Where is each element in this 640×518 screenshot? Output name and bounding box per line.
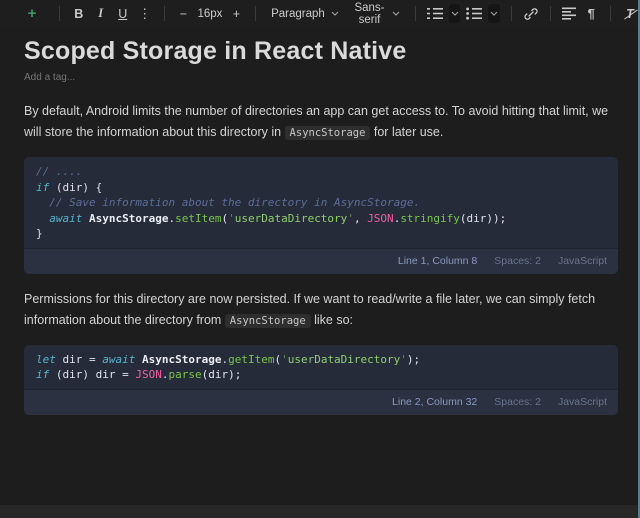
code-editor[interactable]: let dir = await AsyncStorage.getItem('us… <box>24 345 618 389</box>
toolbar-divider <box>164 6 165 21</box>
chevron-down-icon <box>451 11 459 16</box>
more-formatting-button[interactable]: ⋮ <box>135 4 155 24</box>
note-title[interactable]: Scoped Storage in React Native <box>24 35 618 67</box>
bullet-list-button[interactable] <box>464 4 484 24</box>
note-editor-window: + B I U ⋮ − 16px + Paragraph Sans-serif <box>0 0 640 518</box>
toolbar-divider <box>550 6 551 21</box>
code-status-bar: Line 2, Column 32 Spaces: 2 JavaScript <box>24 389 618 415</box>
paragraph-text: like so: <box>311 313 353 327</box>
toolbar-divider <box>511 6 512 21</box>
note-content: Scoped Storage in React Native By defaul… <box>0 27 640 415</box>
toolbar-divider <box>415 6 416 21</box>
tag-input[interactable] <box>24 72 156 83</box>
ordered-list-icon <box>427 7 443 20</box>
paragraph-style-value: Paragraph <box>271 8 325 20</box>
insert-link-button[interactable] <box>521 4 541 24</box>
chevron-down-icon <box>331 11 339 16</box>
ordered-list-options-button[interactable] <box>449 4 461 23</box>
cursor-position: Line 2, Column 32 <box>392 396 477 408</box>
font-size-increase-button[interactable]: + <box>226 4 246 24</box>
underline-button[interactable]: U <box>113 4 133 24</box>
paragraph-2[interactable]: Permissions for this directory are now p… <box>24 289 618 332</box>
code-editor[interactable]: // ....if (dir) { // Save information ab… <box>24 157 618 248</box>
language-selector[interactable]: JavaScript <box>558 396 607 408</box>
bullet-list-icon <box>466 7 482 20</box>
code-status-bar: Line 1, Column 8 Spaces: 2 JavaScript <box>24 248 618 274</box>
code-block-1[interactable]: // ....if (dir) { // Save information ab… <box>24 157 618 274</box>
toolbar-divider <box>255 6 256 21</box>
clear-formatting-icon: T <box>626 7 634 21</box>
font-family-select[interactable]: Sans-serif <box>347 4 406 24</box>
cursor-position: Line 1, Column 8 <box>398 255 477 267</box>
inline-code-chip: AsyncStorage <box>225 314 311 328</box>
text-direction-button[interactable]: ¶ <box>581 4 601 24</box>
link-icon <box>523 7 539 21</box>
font-family-value: Sans-serif <box>353 2 386 26</box>
align-left-icon <box>562 7 577 20</box>
paragraph-1[interactable]: By default, Android limits the number of… <box>24 101 618 144</box>
add-block-button[interactable]: + <box>22 4 42 24</box>
pilcrow-icon: ¶ <box>588 6 595 21</box>
ordered-list-button[interactable] <box>425 4 445 24</box>
font-size-decrease-button[interactable]: − <box>173 4 193 24</box>
horizontal-scrollbar[interactable] <box>0 505 640 518</box>
inline-code-chip: AsyncStorage <box>285 126 371 140</box>
chevron-down-icon <box>490 11 498 16</box>
font-size-value: 16px <box>195 8 224 20</box>
align-text-button[interactable] <box>559 4 579 24</box>
formatting-toolbar: + B I U ⋮ − 16px + Paragraph Sans-serif <box>0 0 640 27</box>
indentation-setting[interactable]: Spaces: 2 <box>494 396 541 408</box>
indentation-setting[interactable]: Spaces: 2 <box>494 255 541 267</box>
paragraph-text: for later use. <box>370 125 443 139</box>
toolbar-divider <box>610 6 611 21</box>
paragraph-style-select[interactable]: Paragraph <box>265 4 345 24</box>
toolbar-divider <box>59 6 60 21</box>
language-selector[interactable]: JavaScript <box>558 255 607 267</box>
code-block-2[interactable]: let dir = await AsyncStorage.getItem('us… <box>24 345 618 415</box>
italic-button[interactable]: I <box>91 4 111 24</box>
bold-button[interactable]: B <box>69 4 89 24</box>
clear-formatting-button[interactable]: T <box>620 4 640 24</box>
chevron-down-icon <box>392 11 400 16</box>
bullet-list-options-button[interactable] <box>488 4 500 23</box>
